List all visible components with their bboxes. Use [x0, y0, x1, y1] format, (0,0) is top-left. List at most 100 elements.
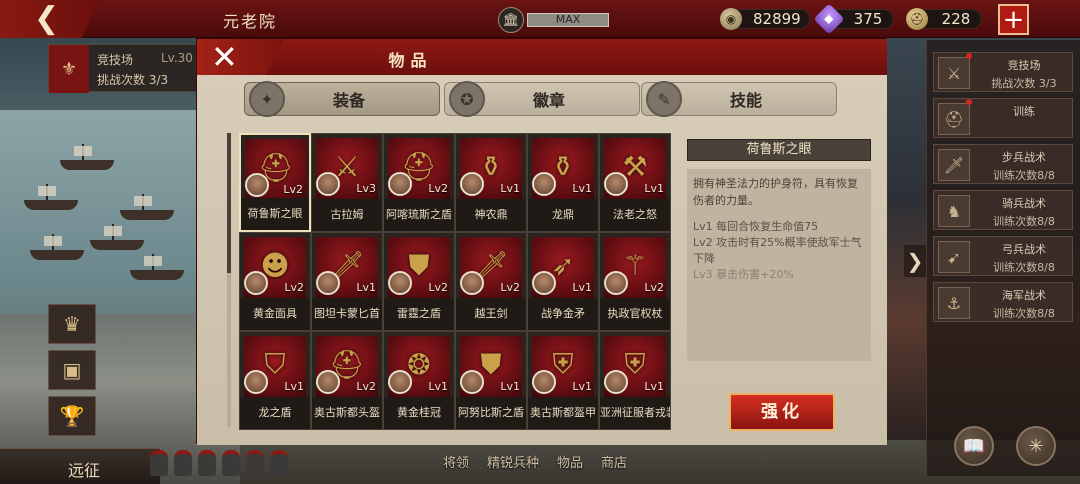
task-title: 步兵战术 [1002, 151, 1046, 164]
general-portrait-icon [460, 271, 484, 295]
item-icon: ⛉ [264, 347, 286, 381]
item-slot[interactable]: ⛊ Lv1 阿努比斯之盾 [455, 331, 527, 430]
detail-level-1: Lv1 每回合恢复生命值75 [693, 220, 819, 233]
items-dialog: 物品 ✕ ✦ 装备 ✪ 徽章 ✎ 技能 ⛑ Lv2 荷鲁斯之眼 ⚔ Lv3 古拉姆 ⛑ Lv2… [196, 38, 887, 445]
nav-shop[interactable]: 商店 [601, 452, 627, 474]
page-title: 元老院 [222, 12, 277, 31]
item-level: Lv1 [428, 380, 448, 393]
item-name: 图坦卡蒙匕首 [312, 298, 382, 330]
helmet-icon [198, 450, 216, 476]
item-level: Lv1 [500, 182, 520, 195]
back-button[interactable]: ❮ [0, 0, 100, 38]
chest-button[interactable]: ▣ [48, 350, 96, 390]
tab-skills[interactable]: ✎ 技能 [641, 81, 837, 117]
item-slot[interactable]: ❂ Lv1 黄金桂冠 [383, 331, 455, 430]
add-resource-button[interactable]: + [998, 4, 1029, 35]
task-subtitle: 训练次数8/8 [993, 169, 1055, 182]
task-training[interactable]: ⛑ 训练 [933, 98, 1073, 138]
item-name: 奥古斯都盔甲 [528, 397, 598, 429]
item-slot[interactable]: ⛑ Lv2 阿喀琉斯之盾 [383, 133, 455, 232]
honor-counter[interactable]: ⛑ 228 [906, 8, 982, 30]
item-slot[interactable]: ➶ Lv1 战争金矛 [527, 232, 599, 331]
item-name: 龙鼎 [528, 199, 598, 231]
crown-button[interactable]: ♛ [48, 304, 96, 344]
ship [60, 144, 114, 170]
item-slot[interactable]: ⛑ Lv2 荷鲁斯之眼 [239, 133, 311, 232]
general-portrait-icon [245, 173, 269, 197]
item-slot[interactable]: 🗡 Lv2 越王剑 [455, 232, 527, 331]
item-slot[interactable]: ⛉ Lv1 龙之盾 [239, 331, 311, 430]
dialog-header: 物品 ✕ [197, 39, 887, 77]
task-title: 弓兵战术 [1002, 243, 1046, 256]
fame-meter[interactable]: 🏛 MAX [498, 7, 609, 33]
item-slot[interactable]: ☻ Lv2 黄金面具 [239, 232, 311, 331]
general-portrait-icon [604, 370, 628, 394]
item-level: Lv1 [500, 380, 520, 393]
item-slot[interactable]: ⚱ Lv1 龙鼎 [527, 133, 599, 232]
item-level: Lv1 [572, 380, 592, 393]
detail-level-3: Lv3 暴击伤害+20% [693, 268, 794, 281]
item-name: 战争金矛 [528, 298, 598, 330]
coin-icon: ◉ [720, 8, 742, 30]
task-subtitle: 训练次数8/8 [993, 307, 1055, 320]
coin-counter[interactable]: ◉ 82899 [720, 8, 810, 30]
item-slot[interactable]: ⚒ Lv1 法老之怒 [599, 133, 671, 232]
task-navy[interactable]: ⚓ 海军战术 训练次数8/8 [933, 282, 1073, 322]
task-cavalry[interactable]: ♞ 骑兵战术 训练次数8/8 [933, 190, 1073, 230]
top-bar: ❮ 元老院 🏛 MAX ◉ 82899 ◆ 375 ⛑ 228 + [0, 0, 1080, 38]
general-portrait-icon [604, 271, 628, 295]
nav-generals[interactable]: 将领 [443, 452, 469, 474]
compass-icon: ✳ [1028, 435, 1044, 457]
arena-card[interactable]: ⚜ 竞技场 Lv.30 挑战次数 3/3 [48, 44, 208, 93]
nav-items[interactable]: 物品 [557, 452, 583, 474]
trophy-button[interactable]: 🏆 [48, 396, 96, 436]
task-archer[interactable]: ➹ 弓兵战术 训练次数8/8 [933, 236, 1073, 276]
arena-emblem-icon: ⚜ [49, 45, 89, 93]
item-slot[interactable]: ⚔ Lv3 古拉姆 [311, 133, 383, 232]
notification-dot [966, 53, 972, 59]
item-icon: ⛨ [552, 347, 574, 381]
temple-icon: 🏛 [498, 7, 524, 33]
task-subtitle: 训练次数8/8 [993, 261, 1055, 274]
book-button[interactable]: 📖 [954, 426, 994, 466]
general-portrait-icon [244, 370, 268, 394]
crossed-swords-icon: ⚔ [938, 57, 970, 89]
ship [90, 224, 144, 250]
tab-equipment[interactable]: ✦ 装备 [244, 81, 440, 117]
gem-counter[interactable]: ◆ 375 [813, 3, 894, 35]
item-level: Lv1 [356, 281, 376, 294]
trophy-icon: 🏆 [59, 404, 85, 428]
item-icon: ⛊ [480, 347, 502, 381]
item-slot[interactable]: ⛑ Lv2 奥古斯都头盔 [311, 331, 383, 430]
expedition-button[interactable]: 远征 [0, 448, 160, 484]
arena-name: 竞技场 [97, 53, 134, 67]
detail-panel: 拥有神圣法力的护身符，具有恢复伤者的力量。 Lv1 每回合恢复生命值75 Lv2… [687, 169, 871, 361]
item-slot[interactable]: ⛊ Lv2 雷霆之盾 [383, 232, 455, 331]
item-slot[interactable]: ⚚ Lv2 执政官权杖 [599, 232, 671, 331]
task-arena[interactable]: ⚔ 竞技场 挑战次数 3/3 [933, 52, 1073, 92]
helmet-icon [150, 450, 168, 476]
item-slot[interactable]: ⛨ Lv1 亚洲征服者戎装 [599, 331, 671, 430]
item-slot[interactable]: ⚱ Lv1 神农鼎 [455, 133, 527, 232]
general-portrait-icon [244, 271, 268, 295]
item-slot[interactable]: ⛨ Lv1 奥古斯都盔甲 [527, 331, 599, 430]
task-subtitle: 训练次数8/8 [993, 215, 1055, 228]
nav-elite-units[interactable]: 精锐兵种 [487, 452, 539, 474]
compass-button[interactable]: ✳ [1016, 426, 1056, 466]
helmet-icon [222, 450, 240, 476]
item-level: Lv2 [284, 281, 304, 294]
task-infantry[interactable]: 🗡 步兵战术 训练次数8/8 [933, 144, 1073, 184]
item-slot[interactable]: 🗡 Lv1 图坦卡蒙匕首 [311, 232, 383, 331]
item-level: Lv2 [356, 380, 376, 393]
expand-panel-button[interactable]: ❯ [904, 245, 926, 277]
ship [24, 184, 78, 210]
scrollbar-thumb[interactable] [227, 133, 231, 273]
tab-badges[interactable]: ✪ 徽章 [444, 81, 640, 117]
tab-label: 徽章 [532, 91, 565, 110]
enhance-button[interactable]: 强化 [729, 393, 835, 431]
item-name: 阿努比斯之盾 [456, 397, 526, 429]
fame-bar: MAX [527, 13, 609, 27]
bottom-nav: 将领 精锐兵种 物品 商店 [350, 452, 720, 474]
item-name: 龙之盾 [240, 397, 310, 429]
back-arrow-icon: ❮ [34, 1, 60, 36]
